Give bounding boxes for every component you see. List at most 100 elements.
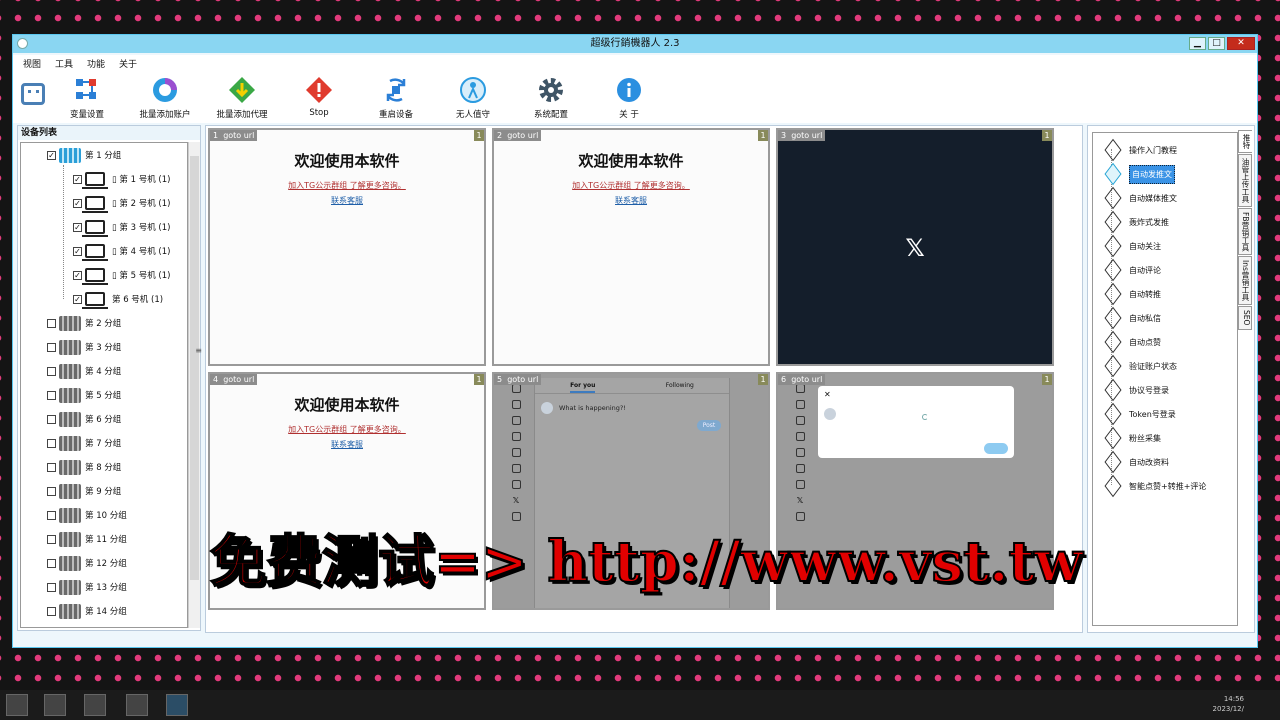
group-row[interactable]: 第 10 分组 — [47, 505, 127, 525]
function-item[interactable]: 智能点赞+转推+评论 — [1103, 475, 1206, 497]
join-group-link[interactable]: 加入TG公示群组 了解更多咨询。 — [210, 424, 484, 435]
function-tab[interactable]: 油管上传工具 — [1238, 154, 1252, 207]
device-checkbox[interactable]: ✓ — [73, 222, 82, 232]
device-row[interactable]: ✓ ▯ 第 3 号机 (1) — [73, 217, 170, 237]
home-icon[interactable] — [511, 384, 521, 393]
post-button[interactable] — [984, 443, 1008, 454]
explorer-icon[interactable] — [44, 694, 66, 716]
group-checkbox[interactable] — [47, 486, 56, 496]
device-tree-scrollbar[interactable]: ≡ — [188, 142, 202, 628]
list-icon[interactable] — [795, 448, 805, 457]
device-checkbox[interactable]: ✓ — [73, 270, 82, 280]
function-tab[interactable]: 推特 — [1238, 130, 1252, 153]
group-row[interactable]: 第 11 分组 — [47, 529, 127, 549]
device-row[interactable]: ✓ ▯ 第 2 号机 (1) — [73, 193, 170, 213]
menu-view[interactable]: 视图 — [23, 57, 41, 70]
function-item[interactable]: 自动改资料 — [1103, 451, 1169, 473]
group-checkbox[interactable] — [47, 534, 56, 544]
group-checkbox[interactable] — [47, 582, 56, 592]
about-button[interactable]: 关 于 — [597, 75, 661, 120]
contact-support-link[interactable]: 联系客服 — [494, 195, 768, 206]
group-checkbox[interactable] — [47, 510, 56, 520]
x-logo-icon[interactable]: 𝕏 — [797, 496, 803, 505]
communities-icon[interactable] — [511, 480, 521, 489]
group-checkbox[interactable] — [47, 558, 56, 568]
post-button[interactable]: Post — [697, 420, 721, 431]
tab-following[interactable]: Following — [666, 382, 694, 393]
communities-icon[interactable] — [795, 480, 805, 489]
function-item[interactable]: 自动转推 — [1103, 283, 1161, 305]
compose-placeholder[interactable]: What is happening?! — [559, 404, 626, 412]
group-checkbox[interactable] — [47, 366, 56, 376]
function-item[interactable]: 自动私信 — [1103, 307, 1161, 329]
bell-icon[interactable] — [795, 416, 805, 425]
bell-icon[interactable] — [511, 416, 521, 425]
home-icon[interactable] — [795, 384, 805, 393]
function-item[interactable]: 验证账户状态 — [1103, 355, 1177, 377]
group-row[interactable]: 第 7 分组 — [47, 433, 121, 453]
group-row[interactable]: 第 9 分组 — [47, 481, 121, 501]
tab-for-you[interactable]: For you — [570, 382, 596, 393]
variables-button[interactable]: 变量设置 — [55, 75, 119, 120]
function-item[interactable]: 操作入门教程 — [1103, 139, 1177, 161]
group-row[interactable]: 第 14 分组 — [47, 601, 127, 621]
group-checkbox[interactable] — [47, 462, 56, 472]
unattended-button[interactable]: 无人值守 — [441, 75, 505, 120]
function-item[interactable]: 轰炸式发推 — [1103, 211, 1169, 233]
group-row[interactable]: ✓ 第 1 分组 — [47, 145, 121, 165]
function-tab[interactable]: Ins营销工具 — [1238, 256, 1252, 306]
group-row[interactable]: 第 13 分组 — [47, 577, 127, 597]
search-icon[interactable] — [795, 400, 805, 409]
close-icon[interactable]: ✕ — [824, 390, 831, 399]
contact-support-link[interactable]: 联系客服 — [210, 195, 484, 206]
start-icon[interactable] — [6, 694, 28, 716]
screen-pane-1[interactable]: 1 goto url 1 欢迎使用本软件 加入TG公示群组 了解更多咨询。 联系… — [208, 128, 486, 366]
function-item[interactable]: 协议号登录 — [1103, 379, 1169, 401]
group-row[interactable]: 第 4 分组 — [47, 361, 121, 381]
function-tab[interactable]: SEO — [1238, 306, 1252, 330]
group-checkbox[interactable] — [47, 606, 56, 616]
function-item[interactable]: 自动点赞 — [1103, 331, 1161, 353]
add-accounts-button[interactable]: 批量添加账户 — [133, 75, 197, 120]
contact-support-link[interactable]: 联系客服 — [210, 439, 484, 450]
group-row[interactable]: 第 6 分组 — [47, 409, 121, 429]
close-button[interactable]: ✕ — [1227, 37, 1255, 50]
bookmark-icon[interactable] — [795, 464, 805, 473]
robot-taskbar-icon[interactable] — [166, 694, 188, 716]
device-row[interactable]: ✓ ▯ 第 1 号机 (1) — [73, 169, 170, 189]
scrollbar-thumb[interactable] — [190, 156, 199, 580]
screen-pane-3[interactable]: 3 goto url 1 𝕏 — [776, 128, 1054, 366]
function-item[interactable]: 自动评论 — [1103, 259, 1161, 281]
group-checkbox[interactable] — [47, 318, 56, 328]
app-taskbar-icon[interactable] — [126, 694, 148, 716]
list-icon[interactable] — [511, 448, 521, 457]
menu-tools[interactable]: 工具 — [55, 57, 73, 70]
device-checkbox[interactable]: ✓ — [73, 198, 82, 208]
menu-functions[interactable]: 功能 — [87, 57, 105, 70]
maximize-button[interactable]: □ — [1208, 37, 1225, 50]
restart-button[interactable]: 重启设备 — [364, 75, 428, 120]
system-config-button[interactable]: 系统配置 — [519, 75, 583, 120]
stop-button[interactable]: Stop — [287, 75, 351, 118]
mail-icon[interactable] — [511, 432, 521, 441]
group-checkbox[interactable] — [47, 414, 56, 424]
group-row[interactable]: 第 3 分组 — [47, 337, 121, 357]
group-checkbox[interactable] — [47, 390, 56, 400]
group-row[interactable]: 第 2 分组 — [47, 313, 121, 333]
group-checkbox[interactable] — [47, 342, 56, 352]
function-tab[interactable]: FB营销工具 — [1238, 208, 1252, 256]
function-item[interactable]: Token号登录 — [1103, 403, 1176, 425]
profile-icon[interactable] — [795, 512, 805, 521]
x-logo-icon[interactable]: 𝕏 — [513, 496, 519, 505]
function-item[interactable]: 自动关注 — [1103, 235, 1161, 257]
add-proxy-button[interactable]: 批量添加代理 — [210, 75, 274, 120]
screen-pane-2[interactable]: 2 goto url 1 欢迎使用本软件 加入TG公示群组 了解更多咨询。 联系… — [492, 128, 770, 366]
device-row[interactable]: ✓ ▯ 第 4 号机 (1) — [73, 241, 170, 261]
function-item[interactable]: 自动媒体推文 — [1103, 187, 1177, 209]
mail-icon[interactable] — [795, 432, 805, 441]
device-checkbox[interactable]: ✓ — [73, 246, 82, 256]
minimize-button[interactable]: ▁ — [1189, 37, 1206, 50]
group-row[interactable]: 第 12 分组 — [47, 553, 127, 573]
profile-icon[interactable] — [511, 512, 521, 521]
join-group-link[interactable]: 加入TG公示群组 了解更多咨询。 — [210, 180, 484, 191]
